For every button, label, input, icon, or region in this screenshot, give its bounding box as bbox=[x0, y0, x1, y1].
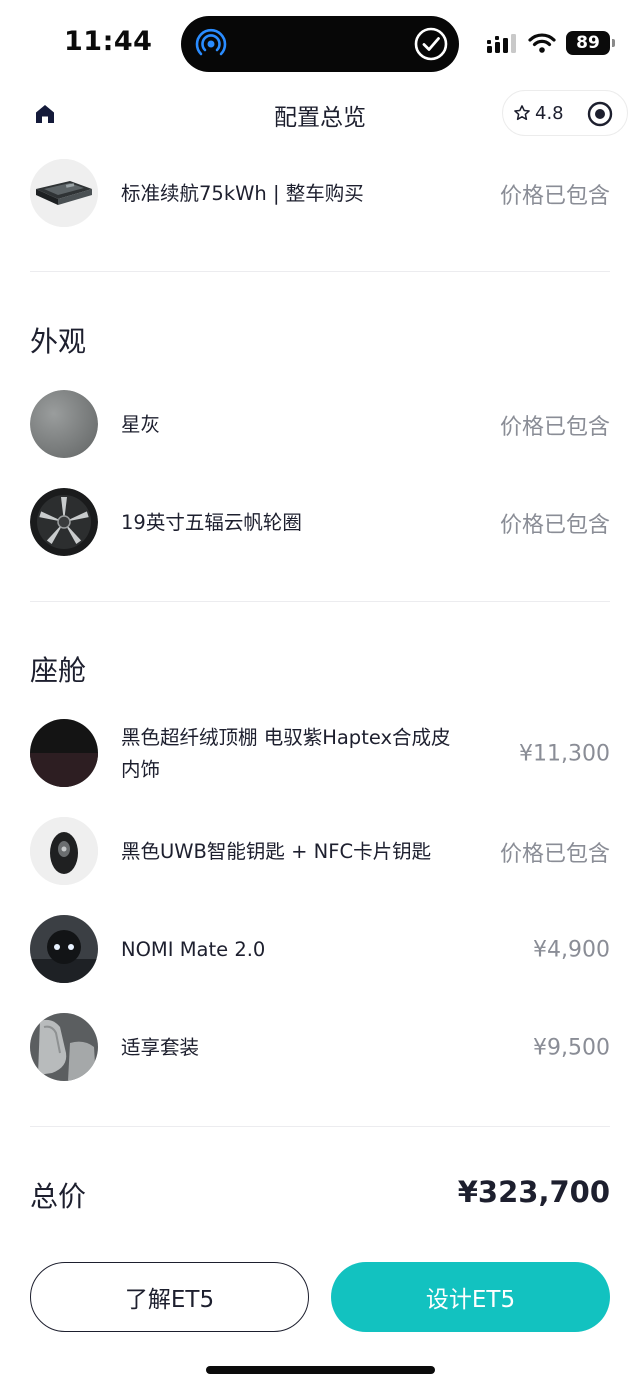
item-title: 星灰 bbox=[121, 413, 161, 436]
config-item-interior[interactable]: 黑色超纤绒顶棚 电驭紫Haptex合成皮内饰 ¥11,300 bbox=[30, 719, 610, 789]
dynamic-island bbox=[181, 16, 459, 72]
learn-et5-button[interactable]: 了解ET5 bbox=[30, 1262, 309, 1332]
item-title: 黑色超纤绒顶棚 电驭紫Haptex合成皮内饰 bbox=[121, 726, 451, 781]
section-title-cabin: 座舱 bbox=[30, 654, 87, 687]
item-title: 适享套装 bbox=[121, 1036, 200, 1059]
total-label: 总价 bbox=[30, 1180, 87, 1213]
item-price: 价格已包含 bbox=[499, 415, 610, 440]
item-price: ¥11,300 bbox=[519, 741, 610, 767]
mini-program-capsule[interactable]: 4.8 bbox=[502, 90, 628, 136]
divider bbox=[30, 271, 610, 272]
design-et5-button[interactable]: 设计ET5 bbox=[331, 1262, 610, 1332]
star-icon bbox=[514, 105, 530, 121]
nav-bar: 配置总览 4.8 bbox=[0, 88, 640, 140]
item-price: 价格已包含 bbox=[499, 184, 610, 209]
item-price: 价格已包含 bbox=[499, 842, 610, 867]
item-price: 价格已包含 bbox=[499, 513, 610, 538]
config-item-color[interactable]: 星灰 价格已包含 bbox=[30, 390, 610, 460]
home-indicator[interactable] bbox=[206, 1366, 435, 1374]
paint-swatch-thumbnail bbox=[30, 390, 98, 458]
item-title: 19英寸五辐云帆轮圈 bbox=[121, 511, 302, 534]
battery-pack-thumbnail bbox=[30, 159, 98, 227]
config-item-battery[interactable]: 标准续航75kWh | 整车购买 价格已包含 bbox=[30, 159, 610, 229]
total-price: ¥323,700 bbox=[457, 1175, 610, 1209]
config-item-key[interactable]: 黑色UWB智能钥匙 + NFC卡片钥匙 价格已包含 bbox=[30, 817, 610, 887]
status-icons: 89 bbox=[486, 28, 615, 58]
item-title: 标准续航75kWh | 整车购买 bbox=[121, 182, 364, 205]
smart-key-thumbnail bbox=[30, 817, 98, 885]
interior-swatch-thumbnail bbox=[30, 719, 98, 787]
nomi-robot-thumbnail bbox=[30, 915, 98, 983]
item-title: NOMI Mate 2.0 bbox=[121, 938, 266, 961]
config-item-nomi[interactable]: NOMI Mate 2.0 ¥4,900 bbox=[30, 915, 610, 985]
item-price: ¥9,500 bbox=[533, 1035, 610, 1061]
divider bbox=[30, 1126, 610, 1127]
seat-thumbnail bbox=[30, 1013, 98, 1081]
rating-value: 4.8 bbox=[535, 102, 564, 124]
item-title: 黑色UWB智能钥匙 + NFC卡片钥匙 bbox=[121, 840, 432, 863]
rating-button[interactable]: 4.8 bbox=[513, 103, 564, 124]
config-item-wheel[interactable]: 19英寸五辐云帆轮圈 价格已包含 bbox=[30, 488, 610, 558]
cellular-signal-icon bbox=[487, 34, 516, 53]
wifi-icon bbox=[528, 33, 556, 53]
broadcast-icon bbox=[195, 28, 227, 56]
wheel-thumbnail bbox=[30, 488, 98, 556]
check-circle-icon bbox=[414, 27, 448, 61]
close-target-icon[interactable] bbox=[587, 101, 613, 127]
item-price: ¥4,900 bbox=[533, 937, 610, 963]
battery-indicator: 89 bbox=[566, 31, 615, 55]
config-item-comfort-pack[interactable]: 适享套装 ¥9,500 bbox=[30, 1013, 610, 1083]
status-time: 11:44 bbox=[64, 26, 153, 57]
divider bbox=[30, 601, 610, 602]
section-title-exterior: 外观 bbox=[30, 325, 87, 358]
status-bar: 11:44 89 bbox=[0, 0, 640, 88]
